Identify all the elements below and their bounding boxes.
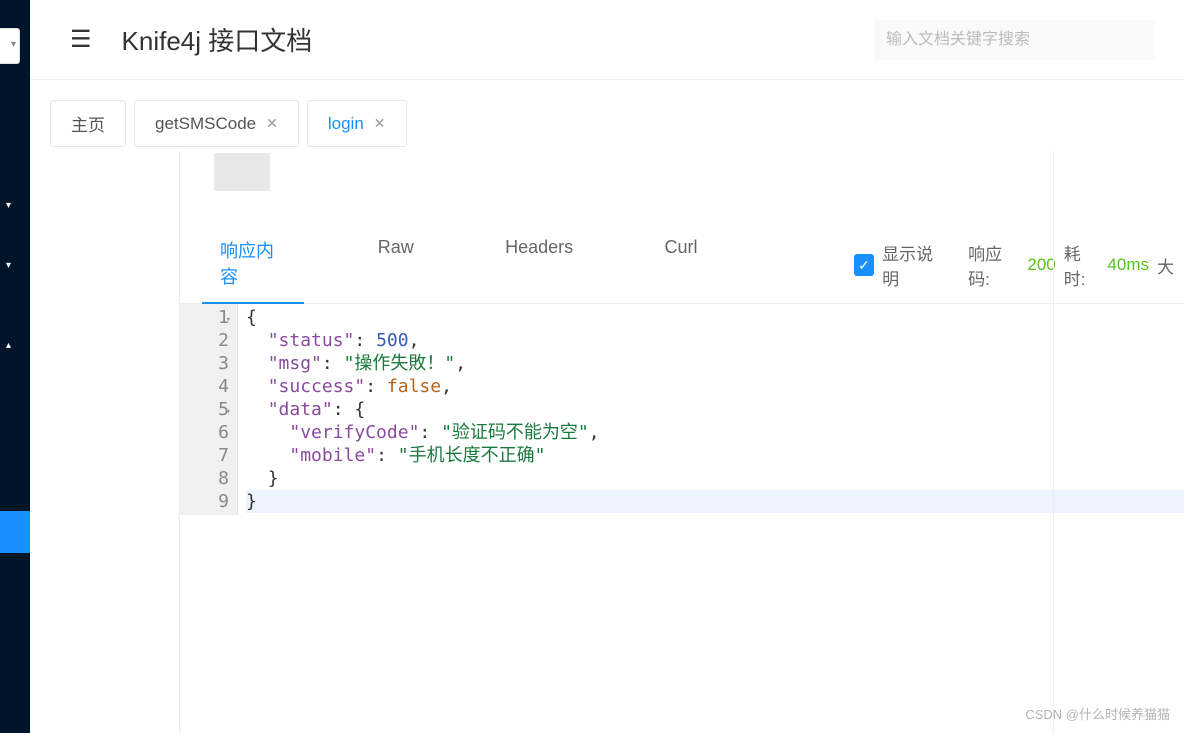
tab-label: login xyxy=(328,114,364,134)
content-area: 响应内容 Raw Headers Curl ✓ 显示说明 响应码: 200 耗时: 4… xyxy=(30,151,1184,733)
tab-login[interactable]: login ✕ xyxy=(307,100,407,147)
app-title: Knife4j 接口文档 xyxy=(122,21,874,58)
show-description-label: 显示说明 xyxy=(882,240,945,290)
tab-getsmscode[interactable]: getSMSCode ✕ xyxy=(134,100,299,147)
code-line: "data": { xyxy=(246,398,1184,421)
code-line: "msg": "操作失敗！", xyxy=(246,352,1184,375)
response-meta: ✓ 显示说明 响应码: 200 耗时: 40ms 大 xyxy=(854,240,1174,290)
code-line: } xyxy=(246,490,1184,513)
tab-label: getSMSCode xyxy=(155,114,256,134)
header: ☰ Knife4j 接口文档 xyxy=(30,0,1184,80)
code-viewer[interactable]: 1▾2345▾6789 { "status": 500, "msg": "操作失… xyxy=(180,304,1184,515)
chevron-down-icon[interactable]: ▾ xyxy=(6,260,11,271)
tab-主页[interactable]: 主页 xyxy=(50,100,126,147)
tab-label: 主页 xyxy=(71,111,105,136)
line-number: 2 xyxy=(180,329,229,352)
param-placeholder xyxy=(214,153,270,191)
floating-selector[interactable]: ▾ xyxy=(0,28,20,64)
content-sidebar xyxy=(30,151,180,733)
line-number: 8 xyxy=(180,467,229,490)
response-code-label: 响应码: xyxy=(968,240,1019,290)
code-line: "status": 500, xyxy=(246,329,1184,352)
code-line: } xyxy=(246,467,1184,490)
response-tab-headers[interactable]: Headers xyxy=(487,227,591,303)
show-description-checkbox[interactable]: ✓ xyxy=(854,254,874,276)
sidebar-active-item[interactable] xyxy=(0,511,30,553)
watermark: CSDN @什么时候养猫猫 xyxy=(1025,704,1170,723)
line-number: 7 xyxy=(180,444,229,467)
response-time-value: 40ms xyxy=(1107,255,1149,275)
menu-collapse-icon[interactable]: ☰ xyxy=(70,25,92,54)
page-tabs: 主页 getSMSCode ✕ login ✕ xyxy=(30,80,1184,147)
line-gutter: 1▾2345▾6789 xyxy=(180,304,238,515)
response-tab-响应内容[interactable]: 响应内容 xyxy=(202,227,304,303)
search-input[interactable] xyxy=(874,20,1154,60)
response-tab-curl[interactable]: Curl xyxy=(647,227,716,303)
response-tab-raw[interactable]: Raw xyxy=(360,227,432,303)
left-sidebar: ▾ ▾ ▴ xyxy=(0,0,30,733)
main-area: ☰ Knife4j 接口文档 主页 getSMSCode ✕ login ✕ 响应内容 R… xyxy=(30,0,1184,733)
close-icon[interactable]: ✕ xyxy=(374,115,386,132)
code-line: "success": false, xyxy=(246,375,1184,398)
app-window: ▾ ▾ ▾ ▴ ☰ Knife4j 接口文档 主页getSMSCode✕logi… xyxy=(0,0,1184,733)
response-size-label: 大 xyxy=(1157,253,1174,278)
chevron-down-icon: ▾ xyxy=(11,39,16,50)
chevron-up-icon[interactable]: ▴ xyxy=(6,340,11,351)
line-number: 9 xyxy=(180,490,229,513)
line-number: 6 xyxy=(180,421,229,444)
line-number: 4 xyxy=(180,375,229,398)
content-main: 响应内容 Raw Headers Curl ✓ 显示说明 响应码: 200 耗时: 4… xyxy=(180,151,1184,733)
code-line: "verifyCode": "验证码不能为空", xyxy=(246,421,1184,444)
chevron-down-icon[interactable]: ▾ xyxy=(6,200,11,211)
response-time-label: 耗时: xyxy=(1064,240,1100,290)
code-body[interactable]: { "status": 500, "msg": "操作失敗！", "succes… xyxy=(238,304,1184,515)
line-number: 1▾ xyxy=(180,306,229,329)
line-number: 3 xyxy=(180,352,229,375)
close-icon[interactable]: ✕ xyxy=(266,115,278,132)
code-line: "mobile": "手机长度不正确" xyxy=(246,444,1184,467)
response-tabs: 响应内容 Raw Headers Curl ✓ 显示说明 响应码: 200 耗时: 4… xyxy=(180,205,1184,304)
response-code-value: 200 xyxy=(1027,255,1055,275)
line-number: 5▾ xyxy=(180,398,229,421)
code-line: { xyxy=(246,306,1184,329)
